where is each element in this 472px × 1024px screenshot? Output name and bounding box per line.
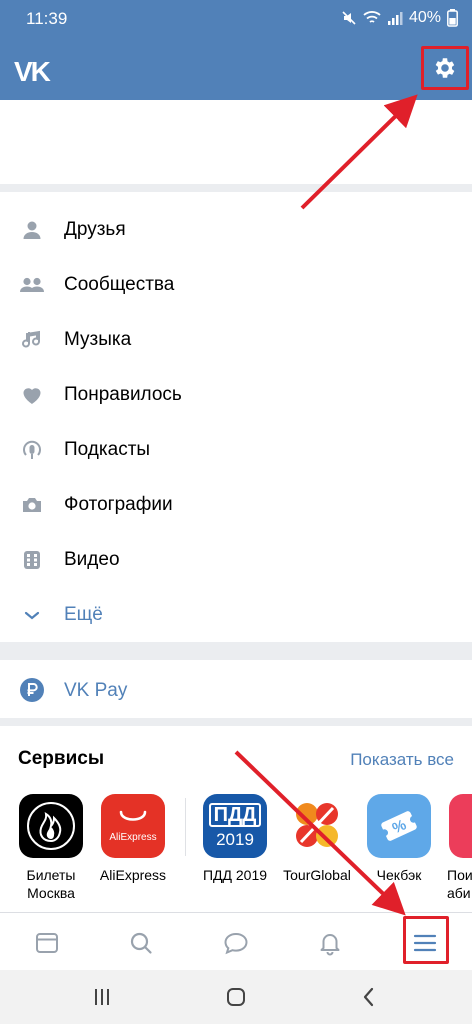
app-header: VK xyxy=(0,36,472,100)
menu-item-communities[interactable]: Сообщества xyxy=(0,257,472,312)
bottom-nav xyxy=(0,912,472,970)
pdd-logo-year: 2019 xyxy=(216,829,254,849)
menu-card: Друзья Сообщества Музыка Понравилось Под… xyxy=(0,192,472,642)
screen: 11:39 40% VK Друзья Сообщества Музыка По… xyxy=(0,0,472,1024)
menu-item-label: Музыка xyxy=(64,328,132,350)
service-partial[interactable]: Пои аби xyxy=(439,794,472,902)
battery-icon xyxy=(447,9,458,27)
mute-icon xyxy=(342,11,356,25)
home-button[interactable] xyxy=(221,982,251,1012)
menu-item-friends[interactable]: Друзья xyxy=(0,202,472,257)
services-card: Сервисы Показать все Билеты Москва AliExp… xyxy=(0,726,472,912)
service-name-line1: Пои xyxy=(447,867,472,883)
menu-item-label: Подкасты xyxy=(64,438,151,460)
vk-logo: VK xyxy=(14,56,51,87)
service-name-line1: Билеты xyxy=(26,867,76,883)
menu-item-label: Понравилось xyxy=(64,383,182,405)
service-name-line2: аби xyxy=(447,885,471,901)
nav-notifications-button[interactable] xyxy=(310,923,350,963)
menu-item-more[interactable]: Ещё xyxy=(0,587,472,642)
service-name: TourGlobal xyxy=(275,866,359,884)
service-name-line2: Москва xyxy=(27,885,75,901)
pdd-logo-text: ПДД xyxy=(208,802,262,827)
people-icon xyxy=(18,271,46,299)
signal-icon xyxy=(387,12,403,25)
person-icon xyxy=(18,216,46,244)
settings-highlight-box xyxy=(421,46,469,90)
music-note-icon xyxy=(18,326,46,354)
profile-card[interactable] xyxy=(0,100,472,184)
status-icons: 40% xyxy=(341,9,458,27)
message-bubble-icon xyxy=(224,932,248,955)
menu-item-photos[interactable]: Фотографии xyxy=(0,477,472,532)
status-time: 11:39 xyxy=(26,9,68,28)
recent-apps-button[interactable] xyxy=(87,982,117,1012)
vkpay-card: VK Pay xyxy=(0,660,472,718)
menu-item-label: Друзья xyxy=(64,218,126,240)
service-name: Чекбэк xyxy=(357,866,441,884)
service-pdd[interactable]: ПДД 2019 ПДД 2019 xyxy=(193,794,277,884)
nav-news-button[interactable] xyxy=(27,923,67,963)
partial-service-icon xyxy=(449,794,472,858)
recent-apps-icon xyxy=(95,989,109,1005)
service-checkback[interactable]: % Чекбэк xyxy=(357,794,441,884)
film-icon xyxy=(18,546,46,574)
tourglobal-logo xyxy=(285,794,349,858)
search-icon xyxy=(130,932,152,954)
menu-item-liked[interactable]: Понравилось xyxy=(0,367,472,422)
ruble-icon xyxy=(19,677,45,708)
pdd-logo: ПДД 2019 xyxy=(203,794,267,858)
status-bar: 11:39 40% xyxy=(0,0,472,36)
chevron-down-icon xyxy=(18,601,46,629)
aliexpress-logo-text: AliExpress xyxy=(109,831,157,843)
aliexpress-logo: AliExpress xyxy=(101,794,165,858)
service-tourglobal[interactable]: TourGlobal xyxy=(275,794,359,884)
services-title: Сервисы xyxy=(18,748,105,769)
service-aliexpress[interactable]: AliExpress AliExpress xyxy=(91,794,175,884)
service-name-line1: Чекбэк xyxy=(376,867,422,883)
vkpay-item[interactable]: VK Pay xyxy=(0,660,472,718)
service-name-line1: TourGlobal xyxy=(283,867,351,883)
service-tickets[interactable]: Билеты Москва xyxy=(9,794,93,902)
service-name: Пои аби xyxy=(439,866,472,902)
service-name: AliExpress xyxy=(91,866,175,884)
home-icon xyxy=(227,988,245,1006)
wifi-icon xyxy=(363,11,381,23)
menu-item-label: Сообщества xyxy=(64,273,175,295)
vkpay-label: VK Pay xyxy=(64,680,128,701)
services-divider xyxy=(185,798,186,856)
menu-highlight-box xyxy=(403,916,449,964)
menu-item-music[interactable]: Музыка xyxy=(0,312,472,367)
news-icon xyxy=(36,933,58,953)
menu-item-label: Ещё xyxy=(64,603,103,625)
back-button[interactable] xyxy=(354,982,384,1012)
menu-item-video[interactable]: Видео xyxy=(0,532,472,587)
menu-item-podcasts[interactable]: Подкасты xyxy=(0,422,472,477)
system-nav-bar xyxy=(0,970,472,1024)
nav-search-button[interactable] xyxy=(121,923,161,963)
back-chevron-icon xyxy=(363,987,374,1007)
show-all-link[interactable]: Показать все xyxy=(350,750,454,770)
service-name-line1: ПДД 2019 xyxy=(202,867,268,883)
nav-messages-button[interactable] xyxy=(216,923,256,963)
menu-item-label: Фотографии xyxy=(64,493,173,515)
menu-item-label: Видео xyxy=(64,548,120,570)
checkback-ticket-icon: % xyxy=(367,794,431,858)
camera-icon xyxy=(18,491,46,519)
service-name-line1: AliExpress xyxy=(99,867,167,883)
tickets-fire-icon xyxy=(19,794,83,858)
battery-percent: 40% xyxy=(408,9,441,26)
heart-icon xyxy=(18,381,46,409)
bell-icon xyxy=(320,934,340,956)
podcast-icon xyxy=(18,436,46,464)
service-name: ПДД 2019 xyxy=(193,866,277,884)
service-name: Билеты Москва xyxy=(9,866,93,902)
